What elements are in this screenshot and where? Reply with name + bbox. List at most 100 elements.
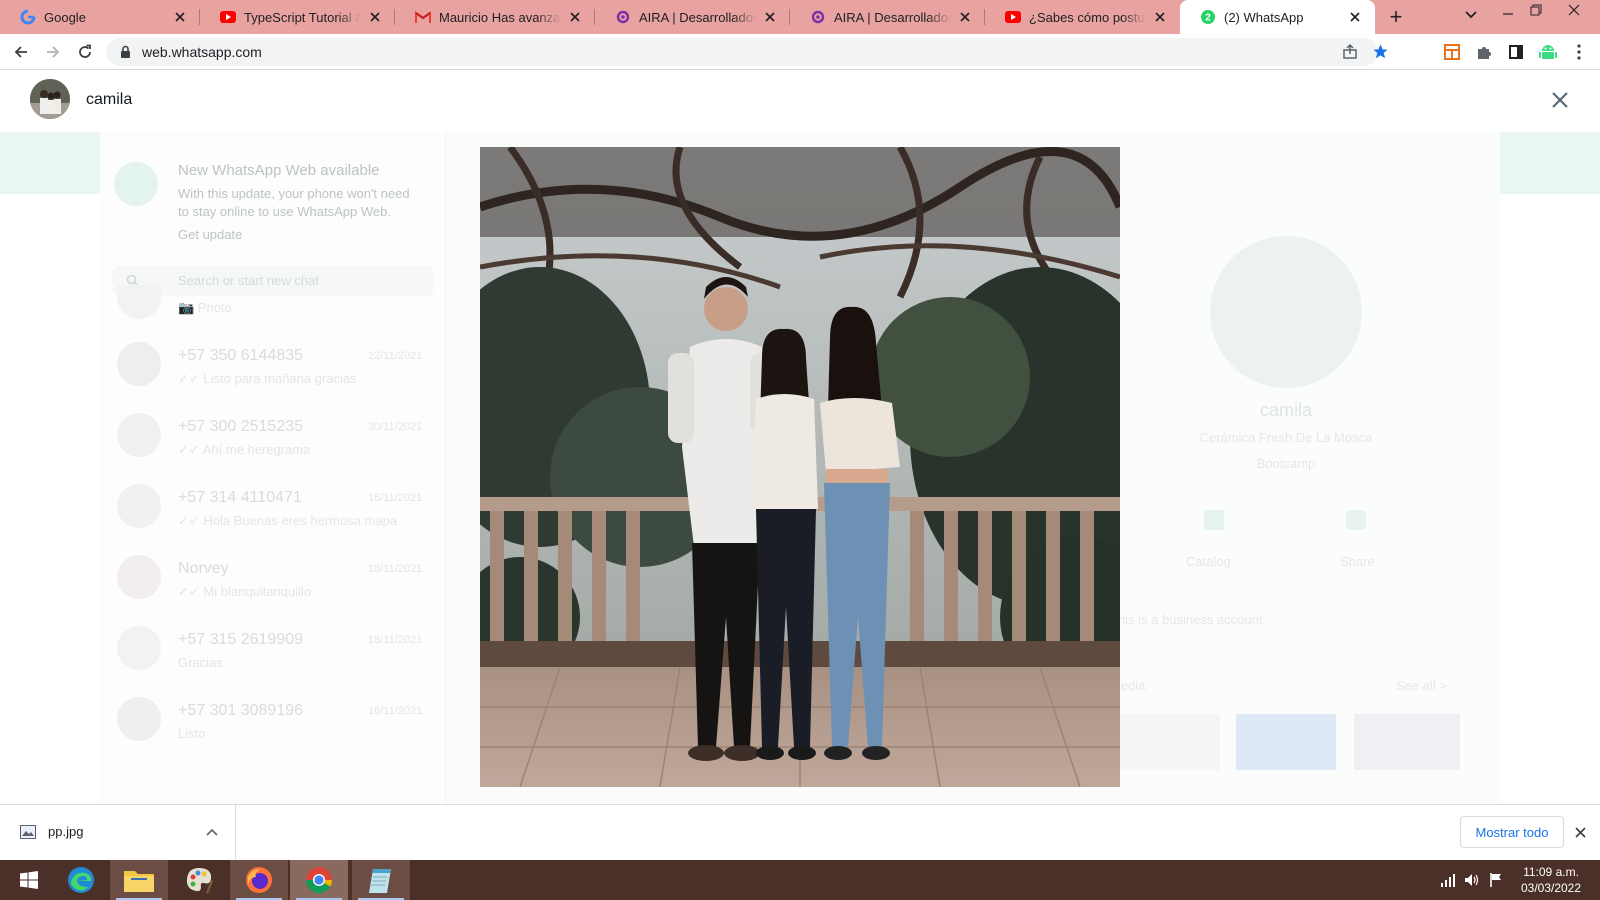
chat-name: +57 314 4110471 [178, 489, 302, 506]
image-file-icon [20, 825, 36, 839]
tab-aira-1[interactable]: AIRA | Desarrollador de S [595, 0, 790, 34]
close-tab-icon[interactable] [367, 9, 383, 25]
chat-preview: 📷 Photo [178, 300, 232, 315]
chat-date: 16/11/2021 [368, 705, 423, 717]
media-thumb[interactable] [1354, 714, 1460, 770]
close-tab-icon[interactable] [1152, 9, 1168, 25]
browser-toolbar: web.whatsapp.com [0, 34, 1600, 70]
bookmark-star-icon[interactable] [1372, 43, 1389, 60]
tab-youtube-postular[interactable]: ¿Sabes cómo postularte [985, 0, 1180, 34]
chat-name: +57 315 2619909 [178, 631, 304, 648]
close-window-icon[interactable] [1568, 4, 1580, 16]
url-text: web.whatsapp.com [142, 44, 262, 60]
network-icon[interactable] [1440, 873, 1456, 887]
chat-date: 22/11/2021 [368, 350, 423, 362]
restore-icon[interactable] [1530, 4, 1542, 16]
chrome-icon[interactable] [290, 860, 348, 900]
tab-gmail[interactable]: Mauricio Has avanzado c [395, 0, 595, 34]
close-download-bar-icon[interactable] [1575, 827, 1586, 838]
profile-photo-full[interactable] [480, 147, 1120, 787]
banner-body-2: to stay online to use WhatsApp Web. [178, 204, 391, 219]
banner-body-1: With this update, your phone won't need [178, 186, 410, 201]
update-banner-icon [114, 162, 158, 206]
chat-avatar [117, 342, 161, 386]
close-tab-icon[interactable] [567, 9, 583, 25]
share-label[interactable]: Share [1340, 554, 1375, 569]
close-tab-icon[interactable] [172, 9, 188, 25]
whatsapp-web-page: New WhatsApp Web available With this upd… [0, 70, 1600, 804]
address-bar[interactable]: web.whatsapp.com [106, 38, 1388, 66]
contact-avatar[interactable] [30, 79, 70, 119]
whatsapp-icon: 2 [1200, 9, 1216, 25]
lock-icon[interactable] [120, 45, 131, 59]
aira-icon [615, 9, 631, 25]
side-panel-icon[interactable] [1503, 40, 1529, 64]
tab-title: AIRA | Desarrollador de S [834, 9, 951, 25]
back-icon[interactable] [8, 40, 34, 64]
download-item[interactable]: pp.jpg [0, 805, 236, 860]
media-thumb[interactable] [1118, 714, 1220, 770]
firefox-icon[interactable] [230, 860, 288, 900]
volume-icon[interactable] [1464, 873, 1480, 887]
banner-link[interactable]: Get update [178, 227, 242, 242]
profile-status: Bootcamp [1256, 456, 1316, 471]
chat-avatar [117, 484, 161, 528]
chat-name: +57 301 3089196 [178, 702, 304, 719]
file-explorer-icon[interactable] [110, 860, 168, 900]
tab-title: ¿Sabes cómo postularte [1029, 9, 1146, 25]
svg-text:2: 2 [1205, 13, 1211, 24]
contact-name: camila [86, 91, 133, 108]
media-viewer-header: camila [0, 70, 1600, 132]
extensions-puzzle-icon[interactable] [1471, 40, 1497, 64]
paint-icon[interactable] [170, 860, 228, 900]
tab-google[interactable]: Google [0, 0, 200, 34]
gmail-icon [415, 9, 431, 25]
minimize-icon[interactable] [1502, 8, 1514, 20]
profile-avatar-icon[interactable] [1535, 40, 1561, 64]
chat-name: +57 350 6144835 [178, 347, 304, 364]
chat-date: 18/11/2021 [368, 563, 423, 575]
chat-preview: Listo [178, 726, 206, 741]
tab-typescript-tutorial[interactable]: TypeScript Tutorial #12 - [200, 0, 395, 34]
chevron-up-icon[interactable] [206, 828, 218, 836]
tab-title: AIRA | Desarrollador de S [639, 9, 756, 25]
download-bar: pp.jpg Mostrar todo [0, 804, 1600, 860]
clock[interactable]: 11:09 a.m. 03/03/2022 [1508, 864, 1594, 896]
media-thumb[interactable] [1236, 714, 1336, 770]
chat-avatar [117, 555, 161, 599]
menu-kebab-icon[interactable] [1566, 40, 1592, 64]
chat-preview: Gracias [178, 655, 223, 670]
reload-icon[interactable] [72, 40, 98, 64]
notification-flag-icon[interactable] [1489, 872, 1503, 888]
share-icon[interactable] [1342, 44, 1358, 60]
extension-layout-icon[interactable] [1439, 40, 1465, 64]
see-all-link[interactable]: See all > [1396, 678, 1447, 693]
youtube-icon [220, 9, 236, 25]
catalog-icon [1204, 510, 1224, 530]
tab-whatsapp[interactable]: 2 (2) WhatsApp [1180, 0, 1375, 34]
chat-date: 18/11/2021 [368, 634, 423, 646]
aira-icon [810, 9, 826, 25]
chat-name: +57 300 2515235 [178, 418, 304, 435]
tab-title: Google [44, 9, 86, 25]
close-tab-icon[interactable] [1347, 9, 1363, 25]
catalog-label[interactable]: Catalog [1186, 554, 1231, 569]
new-tab-button[interactable]: + [1382, 4, 1410, 29]
forward-icon[interactable] [40, 40, 66, 64]
chat-preview: ✓✓ Mi blanquitanquillo [178, 584, 312, 599]
tab-aira-2[interactable]: AIRA | Desarrollador de S [790, 0, 985, 34]
edge-icon[interactable] [52, 860, 110, 900]
start-icon[interactable] [0, 860, 58, 900]
show-all-downloads-button[interactable]: Mostrar todo [1460, 816, 1564, 848]
chat-avatar [117, 413, 161, 457]
close-viewer-icon[interactable] [1550, 90, 1570, 110]
clock-time: 11:09 a.m. [1523, 865, 1579, 879]
tab-search-chevron-icon[interactable] [1464, 10, 1478, 20]
browser-tab-strip: Google TypeScript Tutorial #12 - Maurici… [0, 0, 1600, 34]
chat-avatar [117, 626, 161, 670]
notepad-icon[interactable] [352, 860, 410, 900]
banner-title: New WhatsApp Web available [178, 162, 380, 179]
chat-name: Norvey [178, 560, 229, 577]
close-tab-icon[interactable] [957, 9, 973, 25]
close-tab-icon[interactable] [762, 9, 778, 25]
